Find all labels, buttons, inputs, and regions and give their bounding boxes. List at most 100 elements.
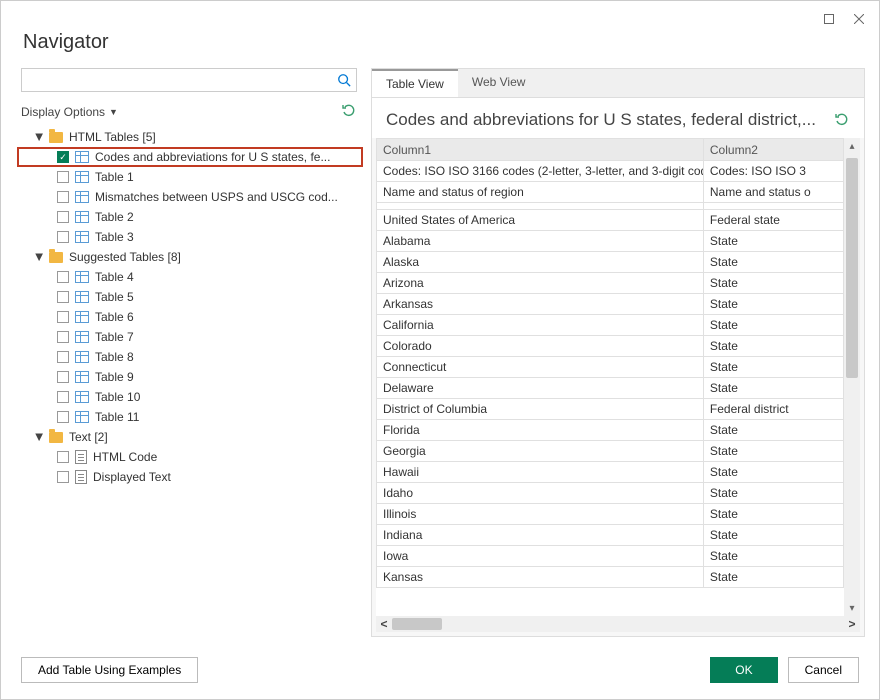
- close-icon[interactable]: [853, 13, 865, 25]
- scroll-right-icon[interactable]: >: [844, 616, 860, 632]
- cell: Arkansas: [377, 294, 704, 315]
- titlebar: [15, 9, 865, 29]
- table-icon: [75, 171, 89, 183]
- tree-item[interactable]: Table 4: [17, 267, 363, 287]
- tree-item[interactable]: Displayed Text: [17, 467, 363, 487]
- table-row[interactable]: DelawareState: [377, 378, 844, 399]
- table-row[interactable]: ConnecticutState: [377, 357, 844, 378]
- tree-item[interactable]: Table 11: [17, 407, 363, 427]
- search-icon[interactable]: [332, 73, 356, 87]
- tab-table-view[interactable]: Table View: [372, 69, 458, 97]
- checkbox[interactable]: [57, 311, 69, 323]
- data-grid[interactable]: Column1Column2Codes: ISO ISO 3166 codes …: [376, 138, 844, 616]
- tree-item[interactable]: Table 3: [17, 227, 363, 247]
- scroll-left-icon[interactable]: <: [376, 616, 392, 632]
- tree-item-label: Table 4: [95, 270, 134, 284]
- navigator-dialog: Navigator Display Options ▼ ▶HTML Tables…: [0, 0, 880, 700]
- checkbox[interactable]: [57, 471, 69, 483]
- display-options-dropdown[interactable]: Display Options ▼: [21, 105, 118, 119]
- column-header[interactable]: Column2: [703, 139, 843, 161]
- table-row[interactable]: HawaiiState: [377, 462, 844, 483]
- tree-group-header[interactable]: ▶Suggested Tables [8]: [17, 247, 363, 267]
- tab-web-view[interactable]: Web View: [458, 69, 540, 97]
- cancel-button[interactable]: Cancel: [788, 657, 859, 683]
- checkbox[interactable]: [57, 191, 69, 203]
- checkbox[interactable]: [57, 211, 69, 223]
- table-icon: [75, 271, 89, 283]
- tree-item-label: HTML Code: [93, 450, 157, 464]
- search-box[interactable]: [21, 68, 357, 92]
- ok-button[interactable]: OK: [710, 657, 777, 683]
- cell: State: [703, 462, 843, 483]
- scroll-thumb-h[interactable]: [392, 618, 442, 630]
- tree-item[interactable]: Table 2: [17, 207, 363, 227]
- table-row[interactable]: ArkansasState: [377, 294, 844, 315]
- checkbox[interactable]: ✓: [57, 151, 69, 163]
- checkbox[interactable]: [57, 291, 69, 303]
- cell: Federal district: [703, 399, 843, 420]
- tree-item[interactable]: Table 9: [17, 367, 363, 387]
- cell: Delaware: [377, 378, 704, 399]
- chevron-down-icon: ▼: [109, 107, 118, 117]
- checkbox[interactable]: [57, 231, 69, 243]
- tree-item[interactable]: Table 8: [17, 347, 363, 367]
- scroll-up-icon[interactable]: ▴: [844, 138, 860, 154]
- checkbox[interactable]: [57, 331, 69, 343]
- add-table-examples-button[interactable]: Add Table Using Examples: [21, 657, 198, 683]
- checkbox[interactable]: [57, 371, 69, 383]
- checkbox[interactable]: [57, 171, 69, 183]
- preview-refresh-icon[interactable]: [834, 111, 850, 130]
- table-row[interactable]: AlaskaState: [377, 252, 844, 273]
- horizontal-scrollbar[interactable]: < >: [376, 616, 860, 632]
- tree-group-header[interactable]: ▶HTML Tables [5]: [17, 127, 363, 147]
- table-row[interactable]: IndianaState: [377, 525, 844, 546]
- tree-item[interactable]: Table 10: [17, 387, 363, 407]
- table-row[interactable]: Codes: ISO ISO 3166 codes (2-letter, 3-l…: [377, 161, 844, 182]
- maximize-icon[interactable]: [823, 13, 835, 25]
- table-row[interactable]: [377, 203, 844, 210]
- table-row[interactable]: GeorgiaState: [377, 441, 844, 462]
- cell: Federal state: [703, 210, 843, 231]
- scroll-down-icon[interactable]: ▾: [844, 600, 860, 616]
- table-row[interactable]: CaliforniaState: [377, 315, 844, 336]
- table-row[interactable]: ArizonaState: [377, 273, 844, 294]
- vertical-scrollbar[interactable]: ▴ ▾: [844, 138, 860, 616]
- table-row[interactable]: IllinoisState: [377, 504, 844, 525]
- table-row[interactable]: United States of AmericaFederal state: [377, 210, 844, 231]
- table-row[interactable]: IdahoState: [377, 483, 844, 504]
- table-row[interactable]: Name and status of regionName and status…: [377, 182, 844, 203]
- tree-item[interactable]: Table 5: [17, 287, 363, 307]
- tree: ▶HTML Tables [5] ✓ Codes and abbreviations…: [15, 127, 363, 637]
- table-row[interactable]: ColoradoState: [377, 336, 844, 357]
- checkbox[interactable]: [57, 451, 69, 463]
- refresh-icon[interactable]: [341, 102, 357, 121]
- checkbox[interactable]: [57, 391, 69, 403]
- folder-icon: [49, 132, 63, 143]
- tree-item[interactable]: ✓ Codes and abbreviations for U S states,…: [17, 147, 363, 167]
- search-input[interactable]: [22, 73, 332, 87]
- folder-icon: [49, 432, 63, 443]
- checkbox[interactable]: [57, 351, 69, 363]
- column-header[interactable]: Column1: [377, 139, 704, 161]
- preview-title: Codes and abbreviations for U S states, …: [386, 110, 816, 130]
- tree-group-header[interactable]: ▶Text [2]: [17, 427, 363, 447]
- table-row[interactable]: IowaState: [377, 546, 844, 567]
- table-row[interactable]: AlabamaState: [377, 231, 844, 252]
- tree-item[interactable]: HTML Code: [17, 447, 363, 467]
- cell: State: [703, 567, 843, 588]
- checkbox[interactable]: [57, 411, 69, 423]
- table-row[interactable]: KansasState: [377, 567, 844, 588]
- dialog-title: Navigator: [15, 29, 865, 68]
- scroll-thumb[interactable]: [846, 158, 858, 378]
- cell: Hawaii: [377, 462, 704, 483]
- tree-item[interactable]: Table 1: [17, 167, 363, 187]
- table-row[interactable]: FloridaState: [377, 420, 844, 441]
- document-icon: [75, 450, 87, 464]
- table-row[interactable]: District of ColumbiaFederal district: [377, 399, 844, 420]
- tree-item[interactable]: Mismatches between USPS and USCG cod...: [17, 187, 363, 207]
- checkbox[interactable]: [57, 271, 69, 283]
- tree-item-label: Codes and abbreviations for U S states, …: [95, 150, 330, 164]
- tree-item[interactable]: Table 7: [17, 327, 363, 347]
- tree-item[interactable]: Table 6: [17, 307, 363, 327]
- cell: Colorado: [377, 336, 704, 357]
